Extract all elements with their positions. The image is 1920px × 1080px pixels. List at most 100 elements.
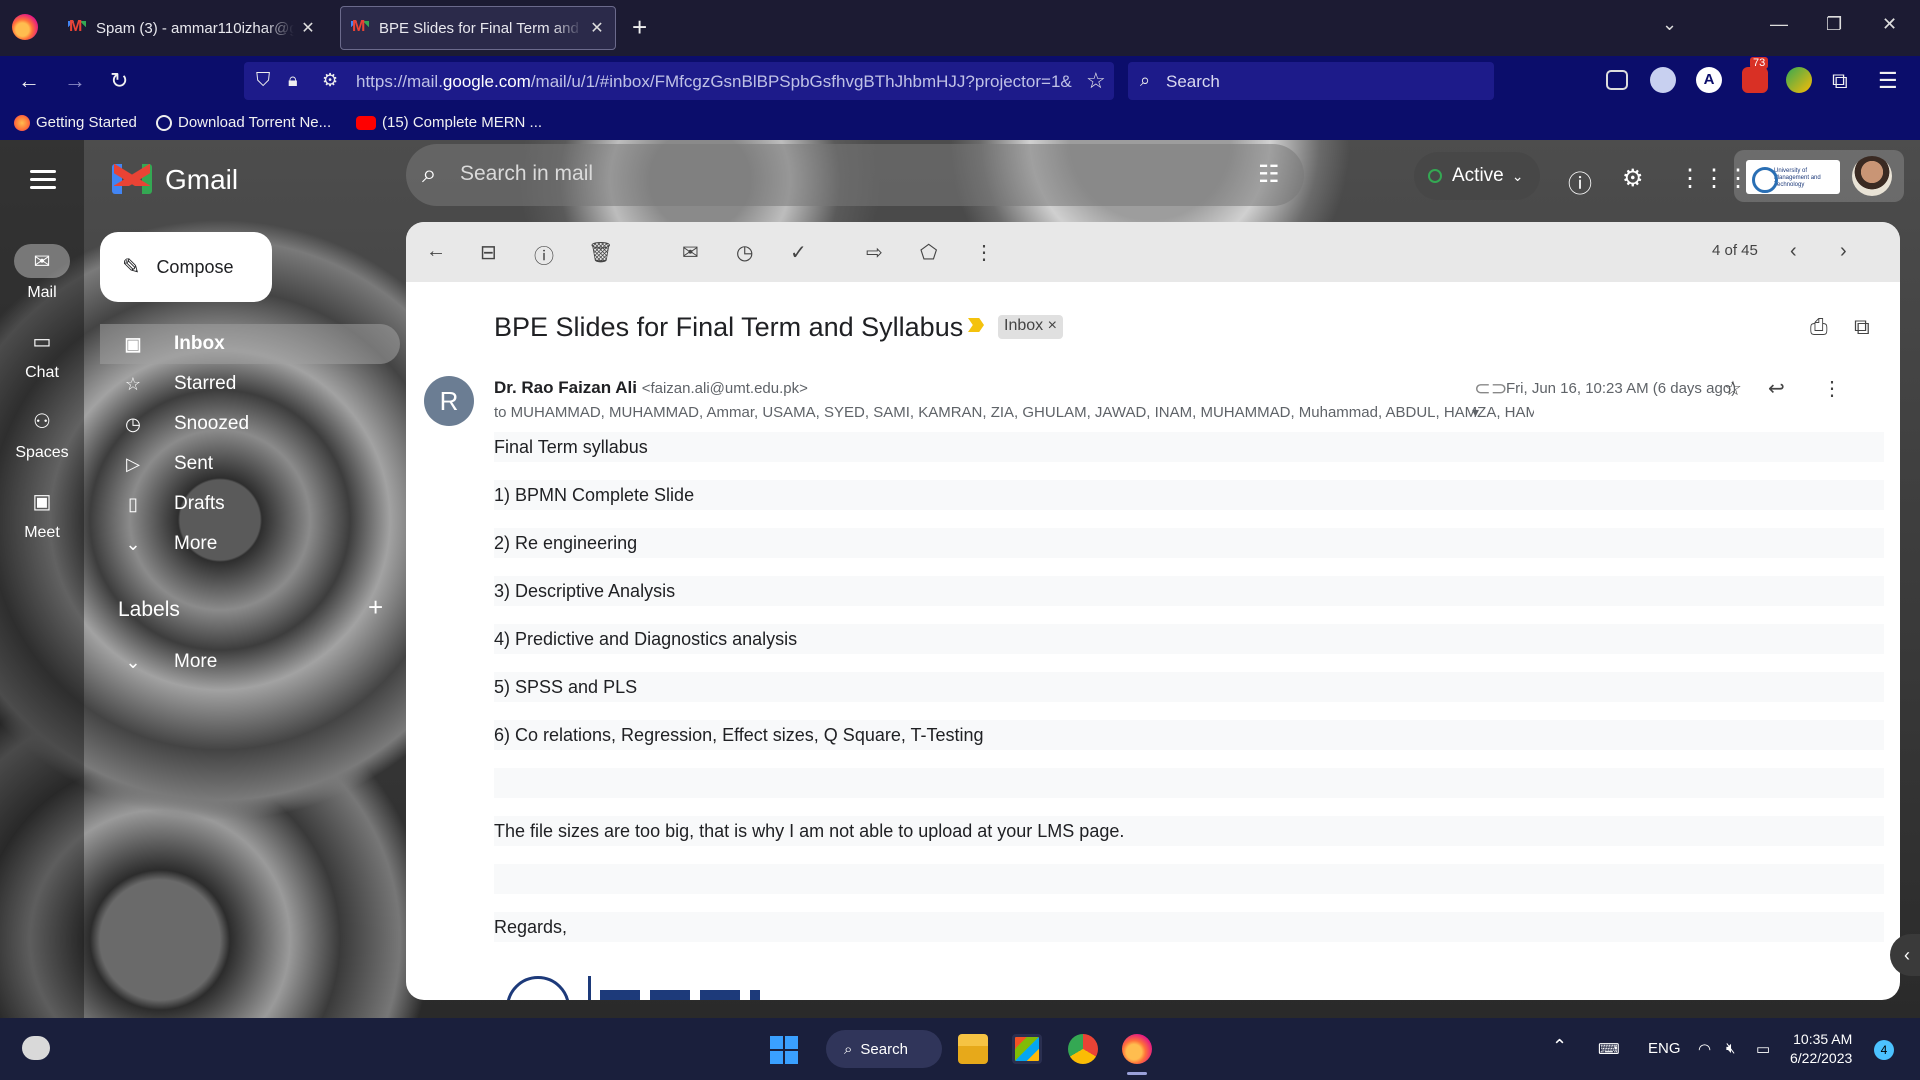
reply-icon[interactable]: ↩: [1768, 376, 1785, 401]
menu-icon[interactable]: ☰: [1878, 68, 1898, 94]
extension-a-icon[interactable]: A: [1696, 67, 1722, 93]
print-icon[interactable]: ⎙: [1810, 314, 1828, 340]
mark-unread-icon[interactable]: ✉: [682, 240, 699, 265]
body-line: [494, 864, 1884, 894]
status-selector[interactable]: Active ⌄: [1414, 152, 1540, 200]
rail-meet[interactable]: ▣ Meet: [0, 484, 84, 542]
bookmark-getting-started[interactable]: Getting Started: [14, 114, 137, 131]
lock-icon[interactable]: 🔒︎: [288, 70, 298, 91]
microsoft-store-icon[interactable]: [1012, 1034, 1042, 1064]
extension-shield-icon[interactable]: 73: [1742, 57, 1769, 93]
add-label-icon[interactable]: +: [368, 592, 383, 623]
older-icon[interactable]: ›: [1840, 240, 1847, 263]
gmail-wordmark[interactable]: Gmail: [165, 164, 238, 196]
sender-line: Dr. Rao Faizan Ali <faizan.ali@umt.edu.p…: [494, 378, 808, 398]
more-vert-icon[interactable]: ⋮: [974, 240, 994, 265]
language-indicator[interactable]: ENG: [1648, 1040, 1681, 1057]
minimize-icon[interactable]: —: [1770, 14, 1788, 35]
extension-vpn-icon[interactable]: [1650, 67, 1676, 93]
firefox-taskbar-icon[interactable]: [1122, 1034, 1152, 1075]
open-new-window-icon[interactable]: ⧉: [1854, 314, 1870, 340]
rail-spaces[interactable]: ⚇ Spaces: [0, 404, 84, 462]
back-icon[interactable]: ←: [18, 68, 40, 94]
permissions-icon[interactable]: ⚙︎: [322, 70, 338, 91]
close-tab-icon[interactable]: ✕: [589, 18, 605, 38]
rail-mail[interactable]: ✉ Mail: [0, 244, 84, 302]
tab-bpe-slides[interactable]: BPE Slides for Final Term and Syllabus ✕: [340, 6, 616, 50]
close-tab-icon[interactable]: ✕: [300, 18, 316, 38]
browser-nav-bar: ← → ↻ ⛉ 🔒︎ ⚙︎ https://mail.google.com/ma…: [0, 56, 1920, 106]
add-task-icon[interactable]: ✓: [790, 240, 807, 265]
nav-starred[interactable]: ☆ Starred: [100, 364, 400, 404]
search-icon[interactable]: ⌕: [422, 158, 437, 190]
inbox-label-chip[interactable]: Inbox ×: [998, 315, 1063, 339]
snooze-icon[interactable]: ◷: [736, 240, 753, 265]
bookmark-star-icon[interactable]: ☆: [1086, 68, 1106, 94]
shield-icon[interactable]: ⛉: [256, 70, 270, 92]
file-explorer-icon[interactable]: [958, 1034, 988, 1064]
account-switcher[interactable]: University of Management and Technology: [1734, 150, 1904, 202]
wifi-icon[interactable]: ◠: [1698, 1040, 1711, 1058]
sender-name[interactable]: Dr. Rao Faizan Ali: [494, 378, 637, 397]
show-hidden-icons-icon[interactable]: ⌃: [1552, 1036, 1567, 1057]
close-window-icon[interactable]: ✕: [1882, 14, 1897, 35]
star-icon[interactable]: ☆: [1724, 376, 1742, 401]
firefox-logo-icon[interactable]: [12, 14, 38, 40]
notification-badge[interactable]: 4: [1874, 1040, 1894, 1060]
tab-list-icon[interactable]: ⌄: [1662, 14, 1677, 35]
taskbar-search[interactable]: ⌕ Search: [826, 1030, 942, 1068]
compose-button[interactable]: ✎ Compose: [100, 232, 272, 302]
remove-label-icon[interactable]: ×: [1048, 317, 1057, 334]
show-details-icon[interactable]: ▾: [1472, 404, 1479, 421]
delete-icon[interactable]: 🗑︎: [588, 240, 613, 265]
search-options-icon[interactable]: ☷: [1258, 160, 1280, 189]
more-vert-icon[interactable]: ⋮: [1822, 376, 1842, 401]
newer-icon[interactable]: ‹: [1790, 240, 1797, 263]
settings-gear-icon[interactable]: ⚙: [1622, 164, 1644, 193]
labels-more[interactable]: ⌄ More: [100, 642, 400, 682]
nav-more[interactable]: ⌄ More: [100, 524, 400, 564]
extensions-puzzle-icon[interactable]: ⧉: [1832, 68, 1848, 94]
restore-icon[interactable]: ❐: [1826, 14, 1842, 35]
keyboard-icon[interactable]: ⌨: [1598, 1040, 1620, 1058]
firefox-icon: [14, 114, 30, 131]
message-body: Final Term syllabus 1) BPMN Complete Sli…: [494, 432, 1884, 960]
bookmark-mern[interactable]: (15) Complete MERN ...: [356, 114, 542, 131]
battery-icon[interactable]: ▭: [1756, 1040, 1770, 1058]
report-spam-icon[interactable]: ⓘ: [534, 240, 554, 269]
forward-icon[interactable]: →: [64, 68, 86, 94]
rail-chat[interactable]: ▭ Chat: [0, 324, 84, 382]
important-marker-icon[interactable]: [968, 318, 984, 332]
nav-drafts[interactable]: ▯ Drafts: [100, 484, 400, 524]
gmail-logo-icon[interactable]: [112, 164, 152, 194]
sender-avatar[interactable]: R: [424, 376, 474, 426]
archive-icon[interactable]: ⊟: [480, 240, 497, 265]
message-subject: BPE Slides for Final Term and Syllabus: [494, 312, 964, 342]
signature-logo-image: [506, 976, 766, 1000]
extension-globe-icon[interactable]: [1786, 67, 1812, 93]
url-text[interactable]: https://mail.google.com/mail/u/1/#inbox/…: [356, 72, 1084, 92]
url-bar[interactable]: ⛉ 🔒︎ ⚙︎ https://mail.google.com/mail/u/1…: [244, 62, 1114, 100]
tab-spam[interactable]: Spam (3) - ammar110izhar@gmail.com - Gma…: [58, 6, 326, 50]
nav-snoozed[interactable]: ◷ Snoozed: [100, 404, 400, 444]
start-windows-icon[interactable]: [770, 1036, 798, 1064]
mail-search-bar[interactable]: ⌕ Search in mail ☷: [406, 144, 1304, 206]
weather-icon[interactable]: [22, 1036, 50, 1060]
chrome-icon[interactable]: [1068, 1034, 1098, 1064]
help-icon[interactable]: ⓘ: [1568, 164, 1592, 199]
taskbar-clock[interactable]: 10:35 AM 6/22/2023: [1790, 1030, 1852, 1068]
label-icon[interactable]: ⬠: [920, 240, 937, 265]
browser-search-box[interactable]: ⌕ Search: [1128, 62, 1494, 100]
pocket-icon[interactable]: [1606, 70, 1628, 90]
new-tab-icon[interactable]: +: [632, 12, 647, 43]
bookmark-download-torrent[interactable]: Download Torrent Ne...: [156, 114, 331, 131]
avatar[interactable]: [1852, 156, 1892, 196]
nav-inbox[interactable]: ▣ Inbox: [100, 324, 400, 364]
volume-muted-icon[interactable]: 🔇︎: [1726, 1040, 1735, 1057]
main-menu-icon[interactable]: [30, 170, 56, 194]
status-label: Active: [1452, 165, 1504, 186]
back-to-inbox-icon[interactable]: ←: [426, 240, 446, 263]
nav-sent[interactable]: ▷ Sent: [100, 444, 400, 484]
reload-icon[interactable]: ↻: [110, 68, 128, 94]
move-to-icon[interactable]: ⇨: [866, 240, 883, 265]
